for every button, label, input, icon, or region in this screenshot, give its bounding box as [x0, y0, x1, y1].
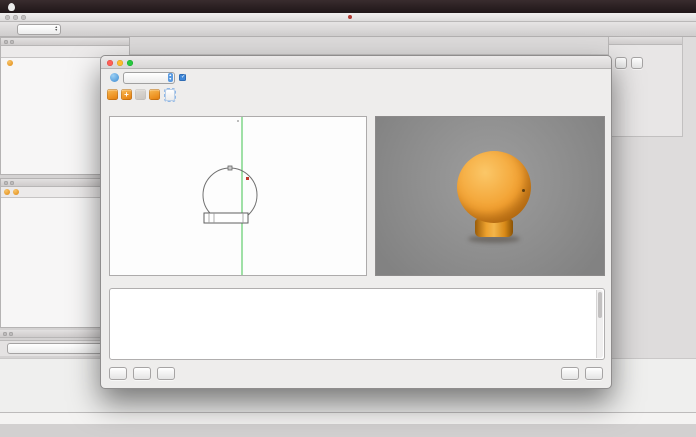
profile-sketch — [110, 117, 366, 275]
add-model-to-scene-button[interactable] — [561, 367, 579, 380]
library-tab-bar — [0, 412, 696, 424]
window-title-bar — [0, 13, 696, 22]
shapes-scrollbar[interactable] — [596, 290, 603, 358]
panel-controls[interactable] — [4, 181, 14, 185]
profile-editor-canvas[interactable] — [109, 116, 367, 276]
dialog-footer — [109, 367, 603, 380]
inspector-title — [609, 37, 682, 45]
dialog-title-bar — [101, 56, 611, 69]
dialog-toolbar: ▲▼ — [101, 69, 611, 86]
brush-icon[interactable] — [149, 89, 160, 100]
reset-button[interactable] — [631, 57, 643, 69]
refresh-icon[interactable] — [110, 73, 119, 82]
window-close-button[interactable] — [5, 15, 10, 20]
dialog-minimize-button[interactable] — [117, 60, 123, 66]
main-toolbar: ▲▼ — [0, 22, 696, 37]
add-shape-icon[interactable]: + — [121, 89, 132, 100]
document-tab-strip — [130, 37, 608, 55]
window-zoom-button[interactable] — [21, 15, 26, 20]
shapes-row-2 — [110, 293, 604, 297]
document-edited-dot — [348, 15, 352, 19]
layer-color-icon[interactable] — [13, 189, 19, 195]
menu-bar — [0, 0, 696, 13]
screen: ▲▼ — [0, 0, 696, 437]
view-segmented-control — [237, 120, 239, 122]
dropdown-arrows-icon: ▲▼ — [55, 26, 58, 33]
model-icon — [7, 60, 13, 66]
cap-sphere — [457, 151, 531, 223]
size-position-grid — [609, 45, 682, 51]
new-button[interactable] — [109, 367, 127, 380]
window-minimize-button[interactable] — [13, 15, 18, 20]
object-list-header — [1, 38, 129, 46]
cancel-button[interactable] — [585, 367, 603, 380]
interim-checkbox[interactable] — [179, 74, 186, 81]
panel-controls[interactable] — [3, 332, 13, 336]
panel-controls[interactable] — [4, 40, 14, 44]
dialog-fields-bar: + — [101, 86, 611, 103]
dialog-zoom-button[interactable] — [127, 60, 133, 66]
preview-viewport[interactable] — [375, 116, 605, 276]
size-header — [615, 49, 647, 51]
transform-inspector — [609, 37, 683, 137]
shapes-library — [109, 288, 605, 360]
resolve-incorrect-button[interactable] — [165, 89, 175, 101]
load-button[interactable] — [133, 367, 151, 380]
smooth-select[interactable]: ▲▼ — [123, 72, 175, 84]
ground-button[interactable] — [615, 57, 627, 69]
shape-fill-icon[interactable] — [107, 89, 118, 100]
layer-color-icon[interactable] — [4, 189, 10, 195]
save-button[interactable] — [157, 367, 175, 380]
apple-menu-icon[interactable] — [8, 3, 15, 11]
shape-modeler-dialog: ▲▼ + — [100, 55, 612, 389]
right-sidebar — [608, 37, 696, 411]
cap-surface-dot — [522, 189, 525, 192]
dropdown-arrows-icon: ▲▼ — [168, 73, 173, 82]
scrollbar-thumb[interactable] — [598, 292, 602, 318]
quality-select[interactable]: ▲▼ — [17, 24, 61, 35]
dialog-close-button[interactable] — [107, 60, 113, 66]
position-header — [651, 49, 683, 51]
bottom-strip — [0, 424, 696, 437]
pencil-icon[interactable] — [135, 89, 146, 100]
